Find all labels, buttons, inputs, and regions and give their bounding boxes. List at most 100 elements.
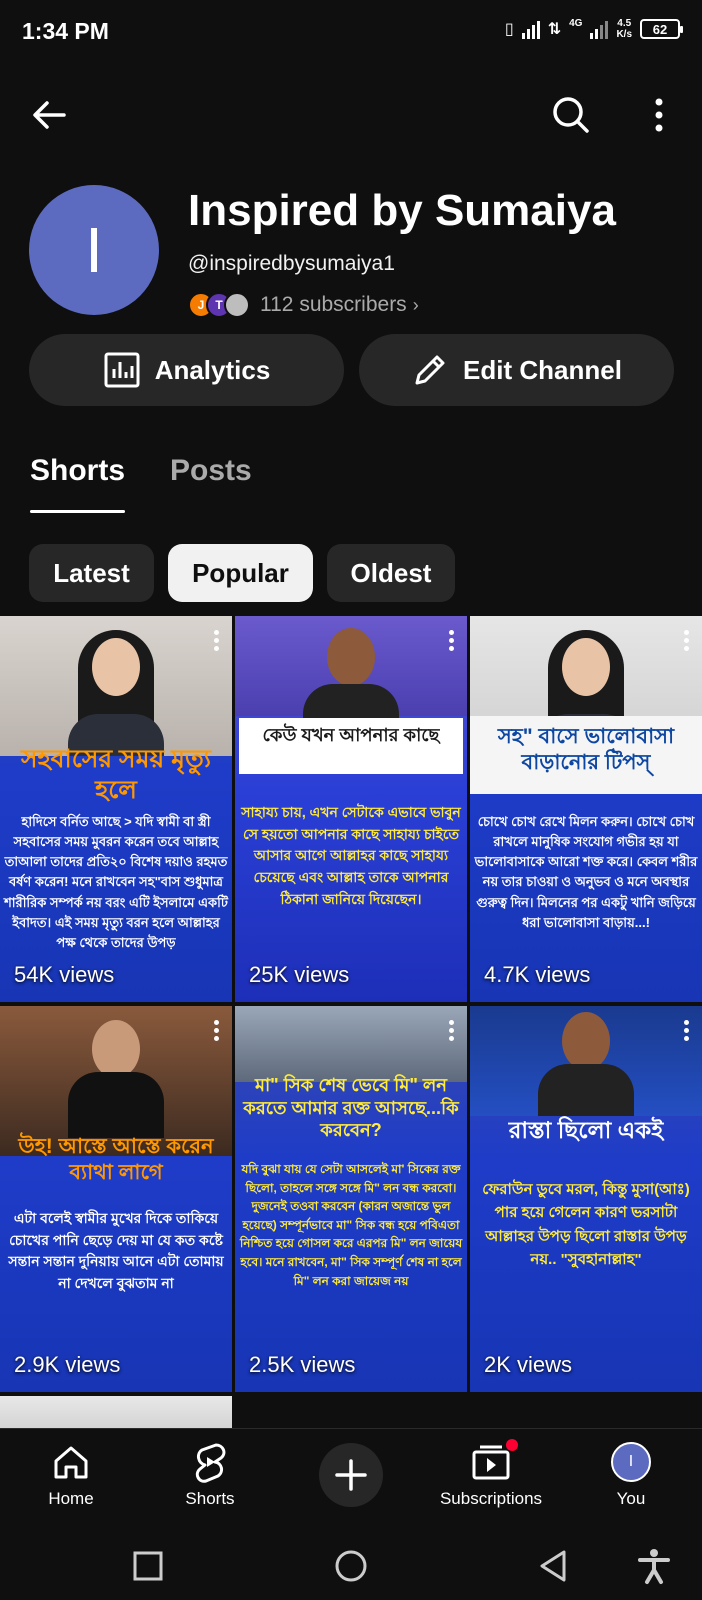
nav-you-label: You: [616, 1489, 646, 1508]
person-figure: [68, 630, 164, 756]
network-type: 4G: [569, 18, 583, 29]
channel-name: Inspired by Sumaiya: [188, 186, 616, 235]
short-more-icon[interactable]: [684, 630, 690, 652]
short-text: যদি বুঝা যায় যে সেটা আসলেই মা' সিকের রক…: [239, 1162, 463, 1288]
short-views: 25K views: [249, 962, 350, 987]
chevron-right-icon: ›: [412, 294, 419, 315]
short-text: ফেরাউন ডুবে মরল, কিন্তু মুসা(আঃ) পার হয়…: [482, 1181, 690, 1268]
short-views: 2.9K views: [14, 1352, 121, 1377]
subscribers-link[interactable]: J T 112 subscribers ›: [188, 290, 419, 320]
accessibility-icon: [638, 1549, 670, 1584]
notification-dot: [506, 1439, 518, 1451]
system-navigation: [0, 1530, 702, 1600]
nav-subscriptions[interactable]: Subscriptions: [428, 1439, 554, 1509]
home-icon: [54, 1446, 88, 1479]
network-speed: 4.5 K/s: [616, 18, 632, 40]
short-more-icon[interactable]: [214, 630, 220, 652]
short-title: উহ! আস্তে আস্তে করেন ব্যাথা লাগে: [18, 1135, 214, 1185]
short-more-icon[interactable]: [214, 1020, 220, 1042]
channel-handle: @inspiredbysumaiya1: [188, 252, 395, 275]
back-arrow-icon: [33, 101, 66, 129]
short-more-icon[interactable]: [449, 1020, 455, 1042]
edit-channel-label: Edit Channel: [463, 354, 622, 385]
home-system-button[interactable]: [331, 1546, 371, 1586]
short-tile[interactable]: রাস্তা ছিলো একই ফেরাউন ডুবে মরল, কিন্তু …: [470, 1006, 702, 1392]
short-views: 2.5K views: [249, 1352, 356, 1377]
short-title: মা" সিক শেষ ভেবে মি" লন করতে আমার রক্ত আ…: [243, 1075, 459, 1140]
chip-oldest[interactable]: Oldest: [327, 544, 455, 602]
back-system-button[interactable]: [534, 1546, 574, 1586]
vibrate-icon: ▯: [504, 21, 514, 38]
search-button[interactable]: [548, 92, 594, 138]
nav-you[interactable]: I You: [576, 1439, 686, 1509]
nav-home[interactable]: Home: [16, 1439, 126, 1509]
plus-icon: [335, 1459, 367, 1491]
nav-home-label: Home: [48, 1489, 94, 1508]
nav-shorts-label: Shorts: [185, 1489, 235, 1508]
network-speed-value: 4.5: [617, 18, 632, 29]
analytics-icon: [104, 352, 140, 388]
search-icon: [553, 97, 589, 133]
short-title: সহবাসের সময় মৃত্যু হলে: [20, 745, 212, 805]
short-text: হাদিসে বর্নিত আছে > যদি স্বামী বা স্ত্রী…: [4, 814, 228, 950]
more-options-button[interactable]: [636, 92, 682, 138]
accessibility-button[interactable]: [634, 1546, 674, 1586]
app-bar: [0, 80, 702, 150]
short-tile-partial[interactable]: [0, 1396, 232, 1429]
status-icons: ▯ ⇅ 4G 4.5 K/s 62: [504, 18, 683, 40]
short-views: 2K views: [484, 1352, 573, 1377]
create-button[interactable]: [319, 1443, 383, 1507]
nav-shorts[interactable]: Shorts: [155, 1439, 265, 1509]
shorts-icon: [195, 1443, 226, 1483]
short-title: সহ" বাসে ভালোবাসা বাড়ানোর টিপস্: [497, 725, 675, 775]
status-time: 1:34 PM: [22, 18, 109, 44]
shorts-grid: সহবাসের সময় মৃত্যু হলে হাদিসে বর্নিত আছ…: [0, 616, 702, 1429]
short-tile[interactable]: কেউ যখন আপনার কাছে সাহায্য চায়, এখন সেট…: [235, 616, 467, 1002]
short-title: কেউ যখন আপনার কাছে: [262, 725, 440, 745]
person-figure: [68, 1012, 164, 1138]
thumbnail-photo: [0, 1396, 232, 1429]
short-tile[interactable]: সহ" বাসে ভালোবাসা বাড়ানোর টিপস্ চোখে চো…: [470, 616, 702, 1002]
edit-channel-button[interactable]: Edit Channel: [359, 334, 674, 406]
short-title: রাস্তা ছিলো একই: [508, 1117, 664, 1143]
thumbnail-photo: [235, 616, 467, 724]
more-vertical-icon: [655, 98, 663, 132]
square-icon: [133, 1551, 163, 1581]
chip-latest[interactable]: Latest: [29, 544, 154, 602]
tab-posts[interactable]: Posts: [170, 454, 252, 488]
bottom-navigation: Home Shorts Subscriptions I You: [0, 1428, 702, 1528]
analytics-button[interactable]: Analytics: [29, 334, 344, 406]
youtube-channel-screen: 1:34 PM ▯ ⇅ 4G 4.5 K/s 62 I Inspired by …: [0, 0, 702, 1600]
you-avatar: I: [611, 1442, 651, 1482]
short-text: এটা বলেই স্বামীর মুখের দিকে তাকিয়ে চোখে…: [8, 1210, 224, 1292]
subscriptions-icon: [472, 1445, 510, 1480]
nav-subscriptions-label: Subscriptions: [439, 1489, 543, 1508]
thumbnail-photo: [470, 1006, 702, 1116]
short-more-icon[interactable]: [684, 1020, 690, 1042]
battery-icon: 62: [640, 19, 683, 39]
network-speed-unit: K/s: [616, 29, 632, 40]
short-tile[interactable]: উহ! আস্তে আস্তে করেন ব্যাথা লাগে এটা বলে…: [0, 1006, 232, 1392]
thumbnail-photo: [0, 616, 232, 756]
signal-icon: [521, 19, 540, 39]
signal-icon-2: [590, 19, 609, 39]
channel-avatar[interactable]: I: [29, 185, 159, 315]
short-text: চোখে চোখ রেখে মিলন করুন। চোখে চোখ রাখলে …: [474, 814, 698, 930]
analytics-label: Analytics: [154, 354, 271, 385]
short-tile[interactable]: মা" সিক শেষ ভেবে মি" লন করতে আমার রক্ত আ…: [235, 1006, 467, 1392]
short-views: 4.7K views: [484, 962, 591, 987]
battery-level: 62: [652, 21, 668, 37]
back-button[interactable]: [26, 92, 72, 138]
short-tile[interactable]: সহবাসের সময় মৃত্যু হলে হাদিসে বর্নিত আছ…: [0, 616, 232, 1002]
short-views: 54K views: [14, 962, 115, 987]
recents-button[interactable]: [128, 1546, 168, 1586]
status-bar: 1:34 PM ▯ ⇅ 4G 4.5 K/s 62: [0, 0, 702, 66]
chip-popular[interactable]: Popular: [168, 544, 313, 602]
circle-icon: [335, 1550, 367, 1582]
active-tab-indicator: [30, 510, 125, 513]
short-more-icon[interactable]: [449, 630, 455, 652]
pencil-icon: [415, 355, 445, 385]
subscriber-count: 112 subscribers: [260, 293, 407, 316]
tab-shorts[interactable]: Shorts: [30, 454, 125, 488]
thumbnail-photo: [235, 1006, 467, 1082]
